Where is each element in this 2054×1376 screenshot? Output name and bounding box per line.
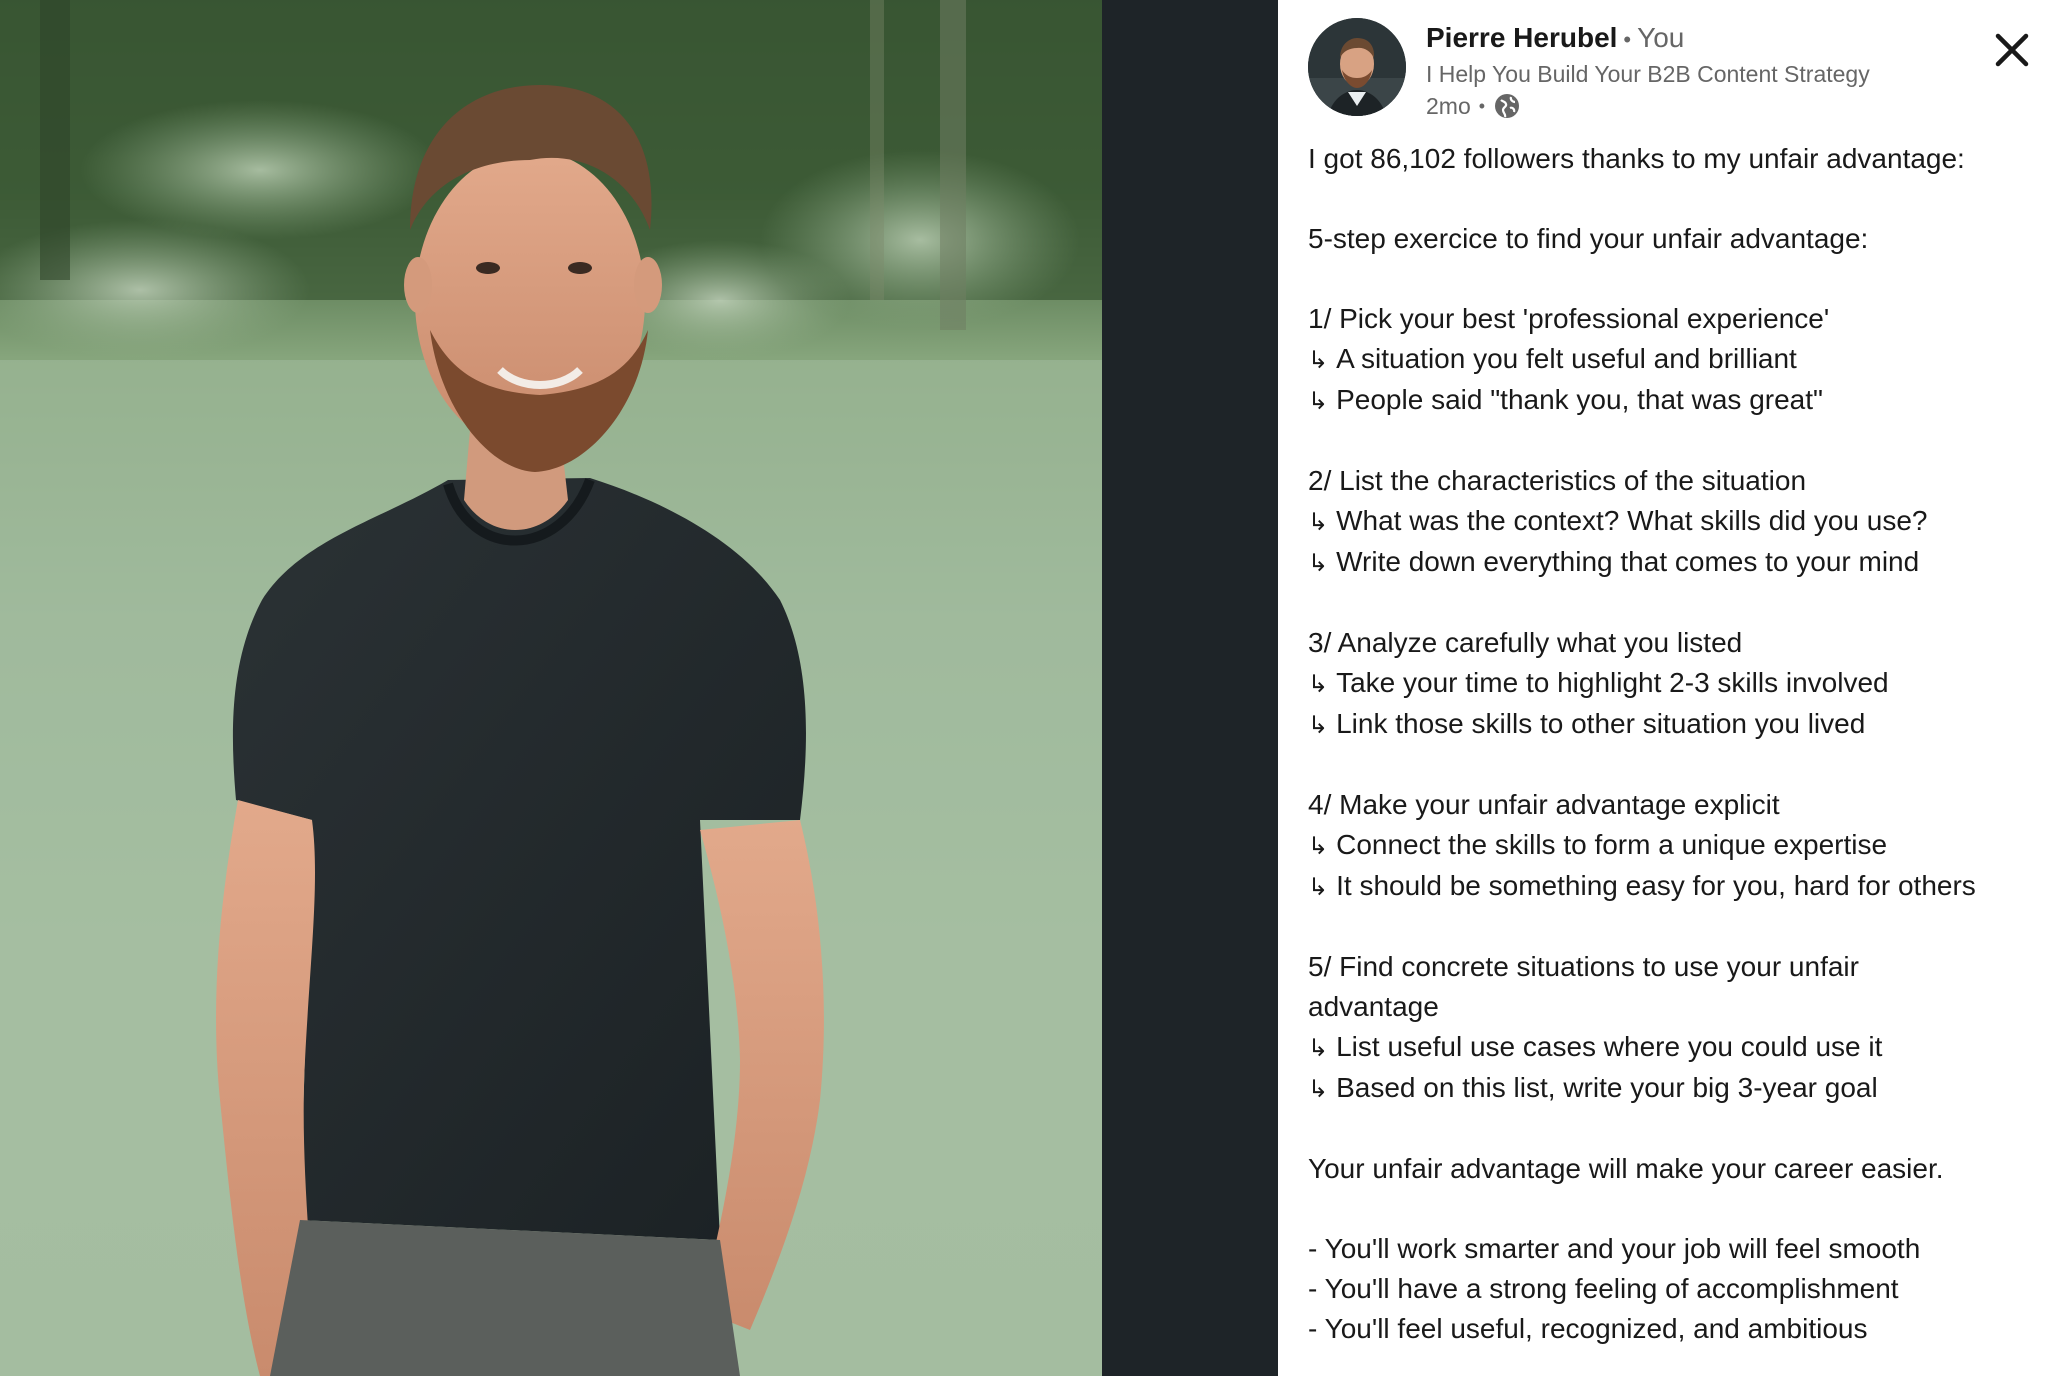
author-headline: I Help You Build Your B2B Content Strate… bbox=[1426, 61, 1870, 87]
bullet-line: ↳ It should be something easy for you, ha… bbox=[1308, 866, 2038, 907]
text-line: - You'll have a strong feeling of accomp… bbox=[1308, 1269, 2038, 1309]
line-text: - You'll work smarter and your job will … bbox=[1308, 1233, 1921, 1264]
post-text: I got 86,102 followers thanks to my unfa… bbox=[1308, 139, 2038, 1349]
bullet-line: ↳ What was the context? What skills did y… bbox=[1308, 501, 2038, 542]
line-text: 5-step exercice to find your unfair adva… bbox=[1308, 223, 1869, 254]
arrow-icon: ↳ bbox=[1308, 1075, 1329, 1103]
arrow-icon: ↳ bbox=[1308, 346, 1329, 374]
bullet-line: ↳ Connect the skills to form a unique exp… bbox=[1308, 825, 2038, 866]
post-detail-pane: Pierre Herubel • You I Help You Build Your… bbox=[1278, 0, 2054, 1376]
text-line: 5-step exercice to find your unfair adva… bbox=[1308, 219, 2038, 259]
author-avatar[interactable] bbox=[1308, 18, 1406, 116]
author-name[interactable]: Pierre Herubel bbox=[1426, 22, 1617, 53]
arrow-icon: ↳ bbox=[1308, 711, 1329, 739]
bullet-line: ↳ Take your time to highlight 2-3 skills … bbox=[1308, 663, 2038, 704]
text-line: 3/ Analyze carefully what you listed bbox=[1308, 623, 2038, 663]
line-text: Connect the skills to form a unique expe… bbox=[1336, 829, 1888, 860]
line-text: List useful use cases where you could us… bbox=[1336, 1031, 1883, 1062]
meta-separator: • bbox=[1478, 96, 1486, 116]
arrow-icon: ↳ bbox=[1308, 832, 1329, 860]
line-text: A situation you felt useful and brillian… bbox=[1336, 343, 1797, 374]
line-text: advantage bbox=[1308, 991, 1439, 1022]
portrait-photo bbox=[0, 0, 1102, 1376]
text-line: 4/ Make your unfair advantage explicit bbox=[1308, 785, 2038, 825]
line-text: 2/ List the characteristics of the situa… bbox=[1308, 465, 1807, 496]
post-viewer-modal: Pierre Herubel • You I Help You Build Your… bbox=[0, 0, 2054, 1376]
line-text: 4/ Make your unfair advantage explicit bbox=[1308, 789, 1780, 820]
line-text: People said "thank you, that was great" bbox=[1336, 384, 1823, 415]
viewer-gutter bbox=[1102, 0, 1278, 1376]
close-icon bbox=[1995, 33, 2029, 67]
text-line: 5/ Find concrete situations to use your … bbox=[1308, 947, 2038, 987]
arrow-icon: ↳ bbox=[1308, 873, 1329, 901]
bullet-line: ↳ Link those skills to other situation yo… bbox=[1308, 704, 2038, 745]
bullet-line: ↳ Based on this list, write your big 3-ye… bbox=[1308, 1068, 2038, 1109]
line-text: 5/ Find concrete situations to use your … bbox=[1308, 951, 1859, 982]
arrow-icon: ↳ bbox=[1308, 387, 1329, 415]
post-header: Pierre Herubel • You I Help You Build Your… bbox=[1308, 18, 2024, 122]
line-text: I got 86,102 followers thanks to my unfa… bbox=[1308, 143, 1965, 174]
bullet-line: ↳ Write down everything that comes to you… bbox=[1308, 542, 2038, 583]
text-line: - You'll feel useful, recognized, and am… bbox=[1308, 1309, 2038, 1349]
line-text: What was the context? What skills did yo… bbox=[1336, 505, 1928, 536]
bullet-line: ↳ List useful use cases where you could u… bbox=[1308, 1027, 2038, 1068]
line-text: 1/ Pick your best 'professional experien… bbox=[1308, 303, 1830, 334]
profile-photo bbox=[1308, 18, 1406, 116]
line-text: - You'll feel useful, recognized, and am… bbox=[1308, 1313, 1868, 1344]
line-text: It should be something easy for you, har… bbox=[1336, 870, 1976, 901]
post-time: 2mo bbox=[1426, 93, 1471, 119]
globe-icon bbox=[1493, 92, 1521, 120]
arrow-icon: ↳ bbox=[1308, 1034, 1329, 1062]
line-text: Your unfair advantage will make your car… bbox=[1308, 1153, 1944, 1184]
text-line: 1/ Pick your best 'professional experien… bbox=[1308, 299, 2038, 339]
post-meta: 2mo • bbox=[1426, 90, 1521, 122]
author-separator: • bbox=[1623, 27, 1632, 52]
text-line: advantage bbox=[1308, 987, 2038, 1027]
author-line: Pierre Herubel • You bbox=[1426, 20, 1684, 58]
bullet-line: ↳ People said "thank you, that was great" bbox=[1308, 380, 2038, 421]
text-line: I got 86,102 followers thanks to my unfa… bbox=[1308, 139, 2038, 179]
line-text: 3/ Analyze carefully what you listed bbox=[1308, 627, 1743, 658]
author-relation: You bbox=[1637, 22, 1685, 53]
text-line: 2/ List the characteristics of the situa… bbox=[1308, 461, 2038, 501]
text-line: Your unfair advantage will make your car… bbox=[1308, 1149, 2038, 1189]
line-text: - You'll have a strong feeling of accomp… bbox=[1308, 1273, 1899, 1304]
bullet-line: ↳ A situation you felt useful and brillia… bbox=[1308, 339, 2038, 380]
line-text: Take your time to highlight 2-3 skills i… bbox=[1336, 667, 1889, 698]
line-text: Write down everything that comes to your… bbox=[1336, 546, 1920, 577]
text-line: - You'll work smarter and your job will … bbox=[1308, 1229, 2038, 1269]
line-text: Link those skills to other situation you… bbox=[1336, 708, 1866, 739]
post-image[interactable] bbox=[0, 0, 1102, 1376]
line-text: Based on this list, write your big 3-yea… bbox=[1336, 1072, 1878, 1103]
close-button[interactable] bbox=[1990, 28, 2034, 72]
arrow-icon: ↳ bbox=[1308, 508, 1329, 536]
arrow-icon: ↳ bbox=[1308, 670, 1329, 698]
arrow-icon: ↳ bbox=[1308, 549, 1329, 577]
